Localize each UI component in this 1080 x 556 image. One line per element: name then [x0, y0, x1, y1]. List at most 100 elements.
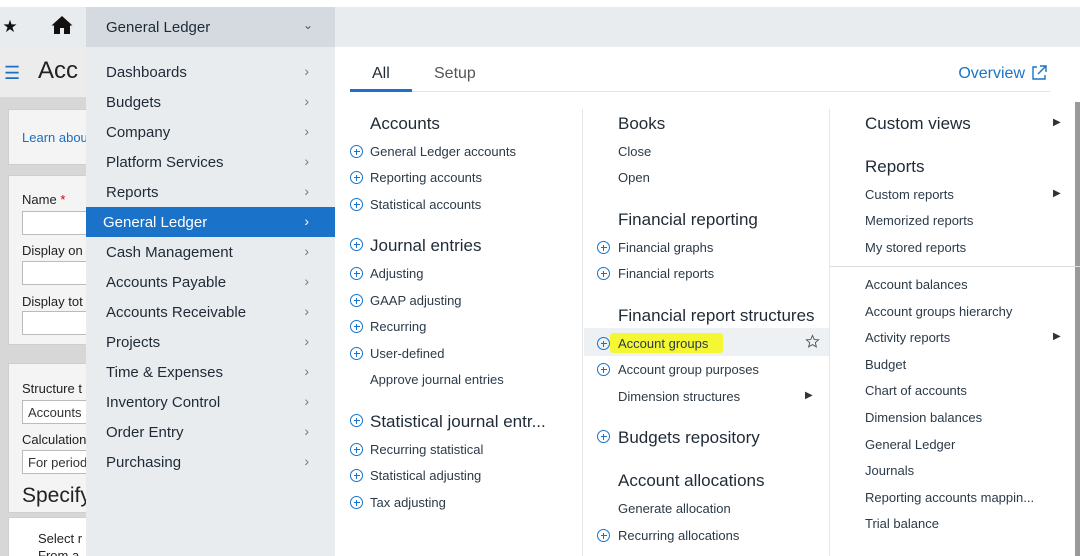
submenu-arrow-icon: ▶ — [1053, 117, 1061, 128]
financial-reporting-heading: Financial reporting — [618, 210, 758, 229]
add-icon[interactable] — [597, 363, 610, 376]
link-trial-balance[interactable]: Trial balance — [865, 516, 939, 531]
menu-item-projects[interactable]: Projects › — [86, 327, 335, 357]
link-statistical-accounts[interactable]: Statistical accounts — [370, 197, 481, 212]
link-dimension-balances[interactable]: Dimension balances — [865, 410, 982, 425]
add-icon[interactable] — [597, 430, 610, 443]
menu-item-time-expenses[interactable]: Time & Expenses › — [86, 357, 335, 387]
add-icon[interactable] — [350, 414, 363, 427]
link-adjusting[interactable]: Adjusting — [370, 266, 423, 281]
module-dropdown[interactable]: General Ledger ⌄ — [86, 7, 335, 47]
link-dimension-structures[interactable]: Dimension structures — [618, 389, 740, 404]
link-generate-allocation[interactable]: Generate allocation — [618, 501, 731, 516]
menu-item-label: Dashboards — [106, 64, 187, 81]
calculation-value: For period — [28, 455, 86, 470]
menu-item-order-entry[interactable]: Order Entry › — [86, 417, 335, 447]
scrollbar[interactable] — [1075, 102, 1080, 556]
link-user-defined[interactable]: User-defined — [370, 346, 444, 361]
add-icon[interactable] — [350, 145, 363, 158]
link-general-ledger-report[interactable]: General Ledger — [865, 437, 955, 452]
link-account-balances[interactable]: Account balances — [865, 277, 968, 292]
menu-item-accounts-payable[interactable]: Accounts Payable › — [86, 267, 335, 297]
accounts-heading: Accounts — [370, 114, 440, 133]
external-link-icon[interactable] — [1030, 64, 1048, 82]
tab-all[interactable]: All — [372, 65, 390, 83]
journal-entries-heading[interactable]: Journal entries — [370, 236, 482, 256]
display-on-field[interactable] — [22, 261, 86, 285]
link-recurring[interactable]: Recurring — [370, 319, 426, 334]
link-account-groups[interactable]: Account groups — [618, 336, 708, 351]
link-tax-adjusting[interactable]: Tax adjusting — [370, 495, 446, 510]
link-account-groups-hierarchy[interactable]: Account groups hierarchy — [865, 304, 1012, 319]
link-my-stored-reports[interactable]: My stored reports — [865, 240, 966, 255]
link-statistical-adjusting[interactable]: Statistical adjusting — [370, 468, 481, 483]
menu-item-label: Purchasing — [106, 454, 182, 471]
link-general-ledger-accounts[interactable]: General Ledger accounts — [370, 144, 516, 159]
menu-item-accounts-receivable[interactable]: Accounts Receivable › — [86, 297, 335, 327]
add-icon[interactable] — [597, 529, 610, 542]
menu-item-platform-services[interactable]: Platform Services › — [86, 147, 335, 177]
link-financial-graphs[interactable]: Financial graphs — [618, 240, 713, 255]
menu-item-label: Budgets — [106, 94, 162, 111]
link-activity-reports[interactable]: Activity reports — [865, 330, 950, 345]
budgets-repository-heading[interactable]: Budgets repository — [618, 428, 760, 448]
add-icon[interactable] — [350, 238, 363, 251]
link-open[interactable]: Open — [618, 170, 650, 185]
list-icon[interactable]: ☰ — [4, 63, 20, 84]
home-icon[interactable] — [50, 13, 74, 37]
menu-item-inventory-control[interactable]: Inventory Control › — [86, 387, 335, 417]
overview-link[interactable]: Overview — [958, 65, 1025, 83]
calculation-label: Calculation — [22, 432, 86, 447]
chevron-right-icon: › — [304, 423, 309, 439]
add-icon[interactable] — [350, 496, 363, 509]
tab-setup[interactable]: Setup — [434, 65, 476, 83]
link-account-group-purposes[interactable]: Account group purposes — [618, 362, 759, 377]
link-recurring-statistical[interactable]: Recurring statistical — [370, 442, 483, 457]
link-budget[interactable]: Budget — [865, 357, 906, 372]
menu-item-company[interactable]: Company › — [86, 117, 335, 147]
learn-link[interactable]: Learn abou — [22, 130, 86, 145]
calculation-select[interactable]: For period — [22, 450, 86, 474]
favorite-star-icon[interactable] — [805, 334, 820, 349]
add-icon[interactable] — [350, 443, 363, 456]
submenu-arrow-icon: ▶ — [1053, 188, 1061, 199]
name-field[interactable] — [22, 211, 86, 235]
add-icon[interactable] — [350, 294, 363, 307]
link-reporting-accounts-mapping[interactable]: Reporting accounts mappin... — [865, 490, 1034, 505]
link-financial-reports[interactable]: Financial reports — [618, 266, 714, 281]
add-icon[interactable] — [350, 198, 363, 211]
link-memorized-reports[interactable]: Memorized reports — [865, 213, 973, 228]
link-approve-journal-entries[interactable]: Approve journal entries — [370, 372, 504, 387]
add-icon[interactable] — [597, 241, 610, 254]
chevron-right-icon: › — [304, 453, 309, 469]
link-gaap-adjusting[interactable]: GAAP adjusting — [370, 293, 462, 308]
add-icon[interactable] — [350, 320, 363, 333]
statistical-journal-heading[interactable]: Statistical journal entr... — [370, 412, 546, 432]
link-close[interactable]: Close — [618, 144, 651, 159]
page-title: Acc — [38, 57, 79, 84]
custom-views-heading[interactable]: Custom views — [865, 114, 971, 134]
add-icon[interactable] — [597, 337, 610, 350]
link-reporting-accounts[interactable]: Reporting accounts — [370, 170, 482, 185]
financial-report-structures-heading: Financial report structures — [618, 306, 815, 325]
link-recurring-allocations[interactable]: Recurring allocations — [618, 528, 739, 543]
menu-item-purchasing[interactable]: Purchasing › — [86, 447, 335, 477]
chevron-right-icon: › — [304, 363, 309, 379]
structure-select[interactable]: Accounts — [22, 400, 86, 424]
add-icon[interactable] — [597, 267, 610, 280]
display-tot-field[interactable] — [22, 311, 86, 335]
link-journals[interactable]: Journals — [865, 463, 914, 478]
menu-item-reports[interactable]: Reports › — [86, 177, 335, 207]
star-icon[interactable]: ★ — [0, 17, 20, 37]
menu-item-label: Inventory Control — [106, 394, 221, 411]
menu-item-cash-management[interactable]: Cash Management › — [86, 237, 335, 267]
add-icon[interactable] — [350, 469, 363, 482]
link-custom-reports[interactable]: Custom reports — [865, 187, 954, 202]
add-icon[interactable] — [350, 347, 363, 360]
menu-item-budgets[interactable]: Budgets › — [86, 87, 335, 117]
menu-item-general-ledger[interactable]: General Ledger › — [86, 207, 335, 237]
link-chart-of-accounts[interactable]: Chart of accounts — [865, 383, 967, 398]
add-icon[interactable] — [350, 171, 363, 184]
menu-item-dashboards[interactable]: Dashboards › — [86, 57, 335, 87]
add-icon[interactable] — [350, 267, 363, 280]
